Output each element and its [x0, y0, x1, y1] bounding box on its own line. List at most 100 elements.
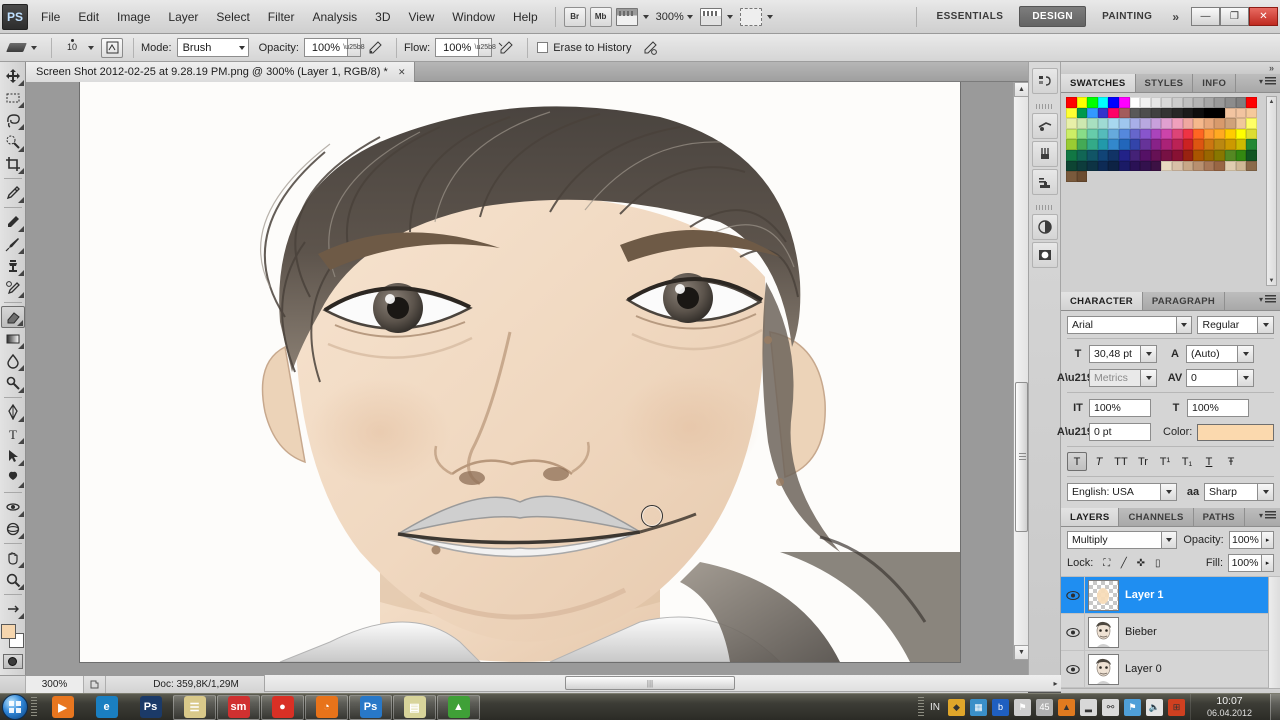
- 3d-orbit-tool[interactable]: [1, 518, 25, 540]
- adjustments-panel-icon[interactable]: [1032, 214, 1058, 240]
- swatch-cell[interactable]: [1172, 108, 1183, 119]
- swatch-cell[interactable]: [1087, 150, 1098, 161]
- swatch-cell[interactable]: [1087, 161, 1098, 172]
- layer-thumbnail[interactable]: [1088, 654, 1119, 685]
- vertical-scale-input[interactable]: 100%: [1089, 399, 1151, 417]
- swatch-cell[interactable]: [1225, 129, 1236, 140]
- antialias-input[interactable]: Sharp: [1204, 483, 1258, 501]
- blend-mode-select[interactable]: Multiply: [1067, 531, 1162, 549]
- document-tab[interactable]: Screen Shot 2012-02-25 at 9.28.19 PM.png…: [26, 62, 415, 82]
- document-close-icon[interactable]: ✕: [396, 66, 408, 78]
- taskbar-smart-app-window[interactable]: sm: [217, 695, 260, 720]
- font-family-chevron-down-icon[interactable]: [1177, 316, 1193, 334]
- swatch-cell[interactable]: [1108, 129, 1119, 140]
- lock-all-icon[interactable]: ▯: [1149, 556, 1166, 571]
- taskbar-grip[interactable]: [31, 697, 37, 717]
- menu-select[interactable]: Select: [207, 7, 258, 27]
- lock-position-icon[interactable]: ✜: [1132, 556, 1149, 571]
- layer-row[interactable]: Layer 0: [1061, 651, 1280, 688]
- scroll-up-arrow-icon[interactable]: ▲: [1014, 82, 1028, 97]
- font-size-chevron-down-icon[interactable]: [1141, 345, 1157, 363]
- eyedropper-tool[interactable]: [1, 182, 25, 204]
- zoom-tool[interactable]: [1, 569, 25, 591]
- tab-swatches[interactable]: SWATCHES: [1061, 74, 1136, 92]
- swatch-cell[interactable]: [1225, 161, 1236, 172]
- swatch-cell[interactable]: [1119, 108, 1130, 119]
- swatch-cell[interactable]: [1077, 161, 1088, 172]
- swatch-cell[interactable]: [1225, 150, 1236, 161]
- font-family-input[interactable]: Arial: [1067, 316, 1177, 334]
- swatch-cell[interactable]: [1140, 129, 1151, 140]
- minimize-button[interactable]: —: [1191, 7, 1220, 26]
- workspace-essentials[interactable]: ESSENTIALS: [925, 7, 1016, 26]
- collapse-panels-button[interactable]: »: [1061, 62, 1280, 74]
- underline-button[interactable]: T: [1199, 452, 1219, 471]
- taskbar-firefox-window[interactable]: ◔: [305, 695, 348, 720]
- swatch-cell[interactable]: [1140, 150, 1151, 161]
- start-button[interactable]: [2, 694, 28, 720]
- language-input[interactable]: English: USA: [1067, 483, 1161, 501]
- tab-styles[interactable]: STYLES: [1136, 74, 1194, 92]
- swatch-cell[interactable]: [1193, 118, 1204, 129]
- swatch-cell[interactable]: [1161, 161, 1172, 172]
- swatch-cell[interactable]: [1119, 118, 1130, 129]
- swatch-cell[interactable]: [1214, 139, 1225, 150]
- blend-mode-chevron-down-icon[interactable]: [1162, 531, 1178, 549]
- path-selection-tool[interactable]: [1, 445, 25, 467]
- horizontal-scale-input[interactable]: 100%: [1187, 399, 1249, 417]
- swatch-cell[interactable]: [1108, 118, 1119, 129]
- crop-tool[interactable]: [1, 153, 25, 175]
- swatch-cell[interactable]: [1108, 161, 1119, 172]
- swatch-cell[interactable]: [1161, 139, 1172, 150]
- layer-opacity-input[interactable]: 100%: [1229, 531, 1262, 549]
- clone-stamp-tool[interactable]: [1, 255, 25, 277]
- screen-mode-icon[interactable]: [740, 8, 762, 26]
- swatch-cell[interactable]: [1214, 161, 1225, 172]
- swatch-cell[interactable]: [1225, 97, 1236, 108]
- layer-opacity-stepper[interactable]: ▸: [1262, 531, 1274, 549]
- all-caps-button[interactable]: TT: [1111, 452, 1131, 471]
- gradient-tool[interactable]: [1, 328, 25, 350]
- menu-edit[interactable]: Edit: [69, 7, 108, 27]
- opacity-stepper[interactable]: \u25b8: [348, 38, 361, 57]
- text-color-swatch[interactable]: [1197, 424, 1274, 441]
- pen-tool[interactable]: [1, 401, 25, 423]
- swatch-cell[interactable]: [1246, 150, 1257, 161]
- lasso-tool[interactable]: [1, 109, 25, 131]
- history-brush-tool[interactable]: [1, 277, 25, 299]
- swatch-cell[interactable]: [1246, 108, 1257, 119]
- swatch-cell[interactable]: [1236, 97, 1247, 108]
- swatch-cell[interactable]: [1183, 97, 1194, 108]
- workspace-painting[interactable]: PAINTING: [1090, 7, 1164, 26]
- swatch-cell[interactable]: [1151, 97, 1162, 108]
- menu-file[interactable]: File: [32, 7, 69, 27]
- swatch-cell[interactable]: [1183, 129, 1194, 140]
- toggle-brush-panel-icon[interactable]: [101, 38, 123, 58]
- antialias-chevron-down-icon[interactable]: [1258, 483, 1274, 501]
- spot-healing-brush-tool[interactable]: [1, 211, 25, 233]
- taskbar-google-chrome-window[interactable]: ●: [261, 695, 304, 720]
- rectangular-marquee-tool[interactable]: [1, 87, 25, 109]
- taskbar-green-app-window[interactable]: ▲: [437, 695, 480, 720]
- baseline-shift-input[interactable]: 0 pt: [1089, 423, 1151, 441]
- swatch-cell[interactable]: [1077, 129, 1088, 140]
- swatch-cell[interactable]: [1140, 139, 1151, 150]
- swatch-cell[interactable]: [1214, 150, 1225, 161]
- swatch-cell[interactable]: [1108, 108, 1119, 119]
- tool-preset-chevron-down-icon[interactable]: [31, 46, 37, 50]
- strikethrough-button[interactable]: Ŧ: [1221, 452, 1241, 471]
- swatch-cell[interactable]: [1161, 108, 1172, 119]
- swatch-cell[interactable]: [1236, 161, 1247, 172]
- dropbox-tray-icon[interactable]: ◆: [948, 699, 965, 716]
- swatch-cell[interactable]: [1098, 150, 1109, 161]
- action-center-icon[interactable]: ⚑: [1124, 699, 1141, 716]
- swatch-cell[interactable]: [1246, 97, 1257, 108]
- swatch-cell[interactable]: [1236, 108, 1247, 119]
- leading-chevron-down-icon[interactable]: [1238, 345, 1254, 363]
- swatch-cell[interactable]: [1214, 118, 1225, 129]
- lock-image-pixels-icon[interactable]: ╱: [1115, 556, 1132, 571]
- history-panel-icon[interactable]: [1032, 68, 1058, 94]
- brush-panel-icon[interactable]: [1032, 141, 1058, 167]
- menu-view[interactable]: View: [399, 7, 443, 27]
- swatch-cell[interactable]: [1087, 118, 1098, 129]
